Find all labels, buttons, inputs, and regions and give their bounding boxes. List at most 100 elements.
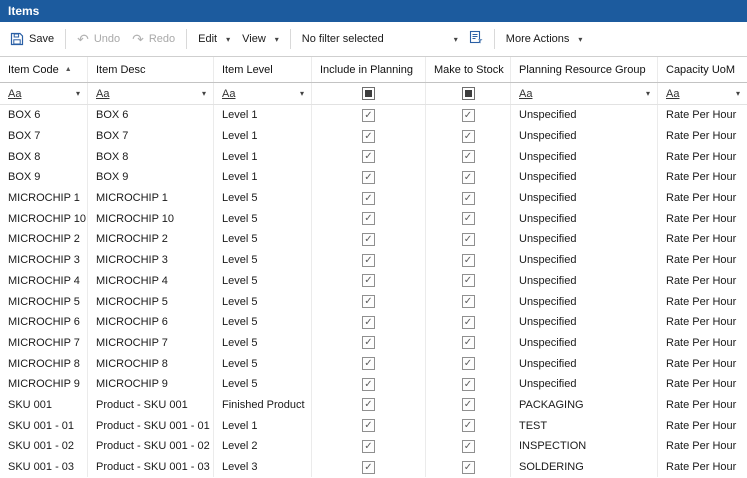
cell-item-level[interactable]: Level 2	[214, 436, 312, 457]
cell-item-code[interactable]: MICROCHIP 6	[0, 312, 88, 333]
cell-item-desc[interactable]: MICROCHIP 2	[88, 229, 214, 250]
cell-item-code[interactable]: MICROCHIP 4	[0, 271, 88, 292]
cell-capacity-uom[interactable]: Rate Per Hour	[658, 126, 747, 147]
cell-item-desc[interactable]: Product - SKU 001 - 02	[88, 436, 214, 457]
checkbox-make-to-stock[interactable]: ✓	[462, 461, 475, 474]
column-header-planning-resource-group[interactable]: Planning Resource Group	[511, 57, 658, 82]
cell-item-code[interactable]: BOX 6	[0, 105, 88, 126]
cell-capacity-uom[interactable]: Rate Per Hour	[658, 229, 747, 250]
cell-item-level[interactable]: Level 5	[214, 208, 312, 229]
cell-item-level[interactable]: Level 5	[214, 333, 312, 354]
view-menu-button[interactable]: View ▾	[236, 29, 285, 49]
undo-button[interactable]: ↶ Undo	[71, 29, 126, 49]
checkbox-include-in-planning[interactable]: ✓	[362, 295, 375, 308]
cell-capacity-uom[interactable]: Rate Per Hour	[658, 188, 747, 209]
cell-item-code[interactable]: MICROCHIP 8	[0, 353, 88, 374]
checkbox-make-to-stock[interactable]: ✓	[462, 316, 475, 329]
column-header-make-to-stock[interactable]: Make to Stock	[426, 57, 511, 82]
cell-item-desc[interactable]: BOX 7	[88, 126, 214, 147]
cell-item-code[interactable]: BOX 7	[0, 126, 88, 147]
table-row[interactable]: MICROCHIP 9MICROCHIP 9Level 5✓✓Unspecifi…	[0, 374, 747, 395]
cell-item-desc[interactable]: MICROCHIP 4	[88, 271, 214, 292]
cell-planning-resource-group[interactable]: INSPECTION	[511, 436, 658, 457]
cell-capacity-uom[interactable]: Rate Per Hour	[658, 312, 747, 333]
filter-text-item-code[interactable]: Aa▾	[0, 83, 88, 104]
cell-item-code[interactable]: MICROCHIP 2	[0, 229, 88, 250]
cell-item-desc[interactable]: MICROCHIP 8	[88, 353, 214, 374]
cell-capacity-uom[interactable]: Rate Per Hour	[658, 146, 747, 167]
table-row[interactable]: MICROCHIP 3MICROCHIP 3Level 5✓✓Unspecifi…	[0, 250, 747, 271]
checkbox-include-in-planning[interactable]: ✓	[362, 378, 375, 391]
cell-item-desc[interactable]: BOX 8	[88, 146, 214, 167]
cell-item-code[interactable]: BOX 9	[0, 167, 88, 188]
cell-item-level[interactable]: Level 1	[214, 415, 312, 436]
checkbox-make-to-stock[interactable]: ✓	[462, 398, 475, 411]
cell-item-code[interactable]: SKU 001	[0, 395, 88, 416]
filter-checkbox-include-in-planning[interactable]	[312, 83, 426, 104]
cell-planning-resource-group[interactable]: Unspecified	[511, 188, 658, 209]
checkbox-make-to-stock[interactable]: ✓	[462, 130, 475, 143]
checkbox-make-to-stock[interactable]: ✓	[462, 378, 475, 391]
filter-text-item-level[interactable]: Aa▾	[214, 83, 312, 104]
filter-checkbox-make-to-stock[interactable]	[426, 83, 511, 104]
checkbox-make-to-stock[interactable]: ✓	[462, 150, 475, 163]
column-header-item-level[interactable]: Item Level	[214, 57, 312, 82]
column-header-capacity-uom[interactable]: Capacity UoM	[658, 57, 747, 82]
cell-planning-resource-group[interactable]: Unspecified	[511, 146, 658, 167]
cell-item-desc[interactable]: BOX 9	[88, 167, 214, 188]
cell-item-desc[interactable]: MICROCHIP 5	[88, 291, 214, 312]
cell-item-desc[interactable]: MICROCHIP 10	[88, 208, 214, 229]
cell-item-code[interactable]: MICROCHIP 9	[0, 374, 88, 395]
cell-planning-resource-group[interactable]: Unspecified	[511, 105, 658, 126]
indeterminate-checkbox[interactable]	[462, 87, 475, 100]
cell-item-code[interactable]: MICROCHIP 1	[0, 188, 88, 209]
cell-item-desc[interactable]: MICROCHIP 3	[88, 250, 214, 271]
cell-capacity-uom[interactable]: Rate Per Hour	[658, 353, 747, 374]
column-header-item-desc[interactable]: Item Desc	[88, 57, 214, 82]
cell-planning-resource-group[interactable]: Unspecified	[511, 312, 658, 333]
cell-item-level[interactable]: Level 1	[214, 105, 312, 126]
checkbox-include-in-planning[interactable]: ✓	[362, 130, 375, 143]
table-row[interactable]: SKU 001 - 01Product - SKU 001 - 01Level …	[0, 415, 747, 436]
checkbox-make-to-stock[interactable]: ✓	[462, 419, 475, 432]
indeterminate-checkbox[interactable]	[362, 87, 375, 100]
checkbox-make-to-stock[interactable]: ✓	[462, 109, 475, 122]
cell-item-level[interactable]: Level 5	[214, 312, 312, 333]
cell-item-desc[interactable]: MICROCHIP 7	[88, 333, 214, 354]
checkbox-include-in-planning[interactable]: ✓	[362, 461, 375, 474]
checkbox-make-to-stock[interactable]: ✓	[462, 274, 475, 287]
filter-text-planning-resource-group[interactable]: Aa▾	[511, 83, 658, 104]
cell-capacity-uom[interactable]: Rate Per Hour	[658, 333, 747, 354]
table-row[interactable]: BOX 9BOX 9Level 1✓✓UnspecifiedRate Per H…	[0, 167, 747, 188]
cell-item-desc[interactable]: Product - SKU 001 - 03	[88, 457, 214, 478]
cell-item-code[interactable]: SKU 001 - 03	[0, 457, 88, 478]
table-row[interactable]: MICROCHIP 10MICROCHIP 10Level 5✓✓Unspeci…	[0, 208, 747, 229]
cell-item-level[interactable]: Level 1	[214, 126, 312, 147]
checkbox-include-in-planning[interactable]: ✓	[362, 357, 375, 370]
cell-capacity-uom[interactable]: Rate Per Hour	[658, 291, 747, 312]
filter-editor-button[interactable]	[464, 27, 489, 51]
checkbox-make-to-stock[interactable]: ✓	[462, 192, 475, 205]
cell-item-desc[interactable]: Product - SKU 001 - 01	[88, 415, 214, 436]
cell-item-level[interactable]: Level 5	[214, 271, 312, 292]
cell-item-level[interactable]: Level 5	[214, 291, 312, 312]
table-row[interactable]: BOX 7BOX 7Level 1✓✓UnspecifiedRate Per H…	[0, 126, 747, 147]
column-header-include-in-planning[interactable]: Include in Planning	[312, 57, 426, 82]
cell-capacity-uom[interactable]: Rate Per Hour	[658, 415, 747, 436]
cell-capacity-uom[interactable]: Rate Per Hour	[658, 395, 747, 416]
checkbox-include-in-planning[interactable]: ✓	[362, 440, 375, 453]
table-row[interactable]: BOX 6BOX 6Level 1✓✓UnspecifiedRate Per H…	[0, 105, 747, 126]
cell-item-level[interactable]: Level 1	[214, 146, 312, 167]
cell-planning-resource-group[interactable]: Unspecified	[511, 126, 658, 147]
cell-planning-resource-group[interactable]: Unspecified	[511, 271, 658, 292]
table-row[interactable]: SKU 001 - 03Product - SKU 001 - 03Level …	[0, 457, 747, 478]
cell-planning-resource-group[interactable]: Unspecified	[511, 250, 658, 271]
table-row[interactable]: SKU 001 - 02Product - SKU 001 - 02Level …	[0, 436, 747, 457]
cell-capacity-uom[interactable]: Rate Per Hour	[658, 374, 747, 395]
cell-item-level[interactable]: Level 5	[214, 229, 312, 250]
cell-planning-resource-group[interactable]: Unspecified	[511, 374, 658, 395]
edit-menu-button[interactable]: Edit ▾	[192, 29, 236, 49]
checkbox-make-to-stock[interactable]: ✓	[462, 295, 475, 308]
cell-capacity-uom[interactable]: Rate Per Hour	[658, 105, 747, 126]
checkbox-make-to-stock[interactable]: ✓	[462, 233, 475, 246]
